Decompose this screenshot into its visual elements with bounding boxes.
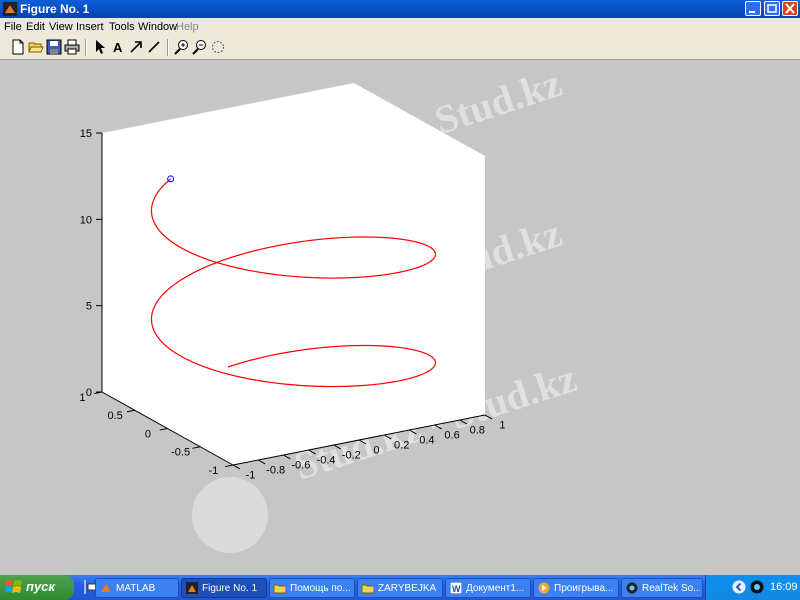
taskbar-button-label: RealTek So... — [642, 583, 700, 594]
taskbar-button-label: Помощь по... — [290, 583, 351, 594]
x-tick — [257, 459, 266, 465]
x-tick-label: 0.6 — [444, 430, 459, 442]
save-icon[interactable] — [46, 39, 62, 55]
open-icon[interactable] — [28, 39, 44, 55]
x-tick-label: -1 — [246, 470, 256, 482]
realtek-icon — [626, 582, 638, 594]
y-tick-label: -0.5 — [171, 447, 190, 459]
taskbar-button-figure[interactable]: Figure No. 1 — [181, 578, 267, 598]
figure-area: Stud.kz - Stud.kzStud.kz - Stud.kzStud.k… — [0, 60, 800, 575]
system-tray: 16:09 — [705, 575, 800, 600]
x-tick-label: 0 — [373, 445, 379, 457]
x-tick — [283, 454, 291, 460]
plot-axes[interactable]: Stud.kz - Stud.kzStud.kz - Stud.kzStud.k… — [0, 60, 800, 575]
x-tick-label: 0.2 — [394, 440, 409, 452]
y-tick-label: -1 — [208, 465, 218, 477]
clock: 16:09 — [770, 581, 798, 593]
taskbar-button-help-folder[interactable]: Помощь по... — [269, 578, 355, 598]
y-tick-label: 0 — [145, 428, 151, 440]
close-button[interactable] — [782, 1, 798, 16]
taskbar-button-realtek[interactable]: RealTek So... — [621, 578, 703, 598]
zoom-out-icon[interactable] — [192, 39, 208, 55]
taskbar-button-media-player[interactable]: Проигрыва... — [533, 578, 619, 598]
x-tick-label: 0.8 — [470, 425, 485, 437]
taskbar-button-label: Figure No. 1 — [202, 583, 258, 594]
x-tick-label: -0.8 — [266, 465, 285, 477]
figure-toolbar: A — [0, 36, 800, 60]
rotate-3d-icon[interactable] — [210, 39, 226, 55]
print-icon[interactable] — [64, 39, 80, 55]
menu-file[interactable]: File — [4, 21, 22, 33]
text-icon[interactable]: A — [110, 39, 126, 55]
menu-insert[interactable]: Insert — [76, 21, 104, 33]
z-tick-label: 15 — [80, 128, 92, 140]
maximize-button[interactable] — [764, 1, 780, 16]
tray-arrow-icon[interactable] — [732, 580, 746, 594]
menu-edit[interactable]: Edit — [26, 21, 45, 33]
taskbar-button-matlab[interactable]: MATLAB — [95, 578, 179, 598]
menu-window[interactable]: Window — [138, 21, 177, 33]
y-tick-label: 1 — [79, 392, 85, 404]
y-tick — [159, 428, 168, 431]
x-tick-label: -0.4 — [317, 455, 336, 467]
svg-text:A: A — [113, 40, 123, 55]
matlab-icon — [101, 584, 111, 592]
x-tick-label: -0.6 — [291, 460, 310, 472]
start-label: пуск — [26, 579, 55, 594]
x-tick-label: 1 — [499, 420, 505, 432]
svg-text:W: W — [452, 584, 461, 594]
axes-box — [102, 83, 485, 465]
taskbar-button-zarybejka[interactable]: ZARYBEJKA — [357, 578, 443, 598]
volume-icon[interactable] — [750, 580, 764, 594]
folder-icon — [274, 584, 286, 594]
window-title: Figure No. 1 — [20, 2, 90, 16]
y-tick — [126, 409, 135, 413]
taskbar-button-label: Документ1... — [466, 583, 525, 594]
toolbar-separator — [167, 39, 169, 56]
taskbar: пуск MATLAB Figure No. 1 Помощь по... ZA… — [0, 575, 800, 600]
z-tick-label: 5 — [86, 301, 92, 313]
taskbar-button-document[interactable]: W Документ1... — [445, 578, 531, 598]
taskbar-button-label: ZARYBEJKA — [378, 583, 437, 594]
figure-icon — [186, 582, 198, 594]
line-icon[interactable] — [146, 39, 162, 55]
maximize-icon — [767, 4, 777, 13]
close-icon — [785, 3, 795, 14]
y-tick-label: 0.5 — [107, 410, 122, 422]
menu-bar: File Edit View Insert Tools Window Help — [0, 18, 800, 36]
new-icon[interactable] — [10, 39, 26, 55]
menu-view[interactable]: View — [49, 21, 73, 33]
start-button[interactable]: пуск — [0, 575, 74, 600]
arrow-icon[interactable] — [128, 39, 144, 55]
z-tick-label: 0 — [86, 387, 92, 399]
minimize-icon — [749, 11, 755, 13]
menu-tools[interactable]: Tools — [109, 21, 135, 33]
matlab-figure-icon — [3, 2, 17, 16]
x-tick-label: -0.2 — [342, 450, 361, 462]
z-tick-label: 10 — [80, 214, 92, 226]
y-tick — [225, 464, 234, 468]
windows-logo-icon — [5, 580, 22, 593]
y-tick — [192, 446, 201, 449]
title-bar: Figure No. 1 — [0, 0, 800, 18]
taskbar-button-label: MATLAB — [116, 583, 156, 594]
word-icon: W — [450, 582, 462, 594]
minimize-button[interactable] — [745, 1, 761, 16]
zoom-in-icon[interactable] — [174, 39, 190, 55]
toolbar-separator — [85, 39, 87, 56]
media-player-icon — [538, 582, 550, 594]
watermark-logo — [192, 477, 268, 553]
select-arrow-icon[interactable] — [92, 39, 108, 55]
folder-icon — [362, 584, 374, 594]
menu-help[interactable]: Help — [176, 21, 199, 33]
taskbar-button-label: Проигрыва... — [554, 583, 614, 594]
x-tick-label: 0.4 — [419, 435, 434, 447]
x-tick — [232, 464, 241, 470]
